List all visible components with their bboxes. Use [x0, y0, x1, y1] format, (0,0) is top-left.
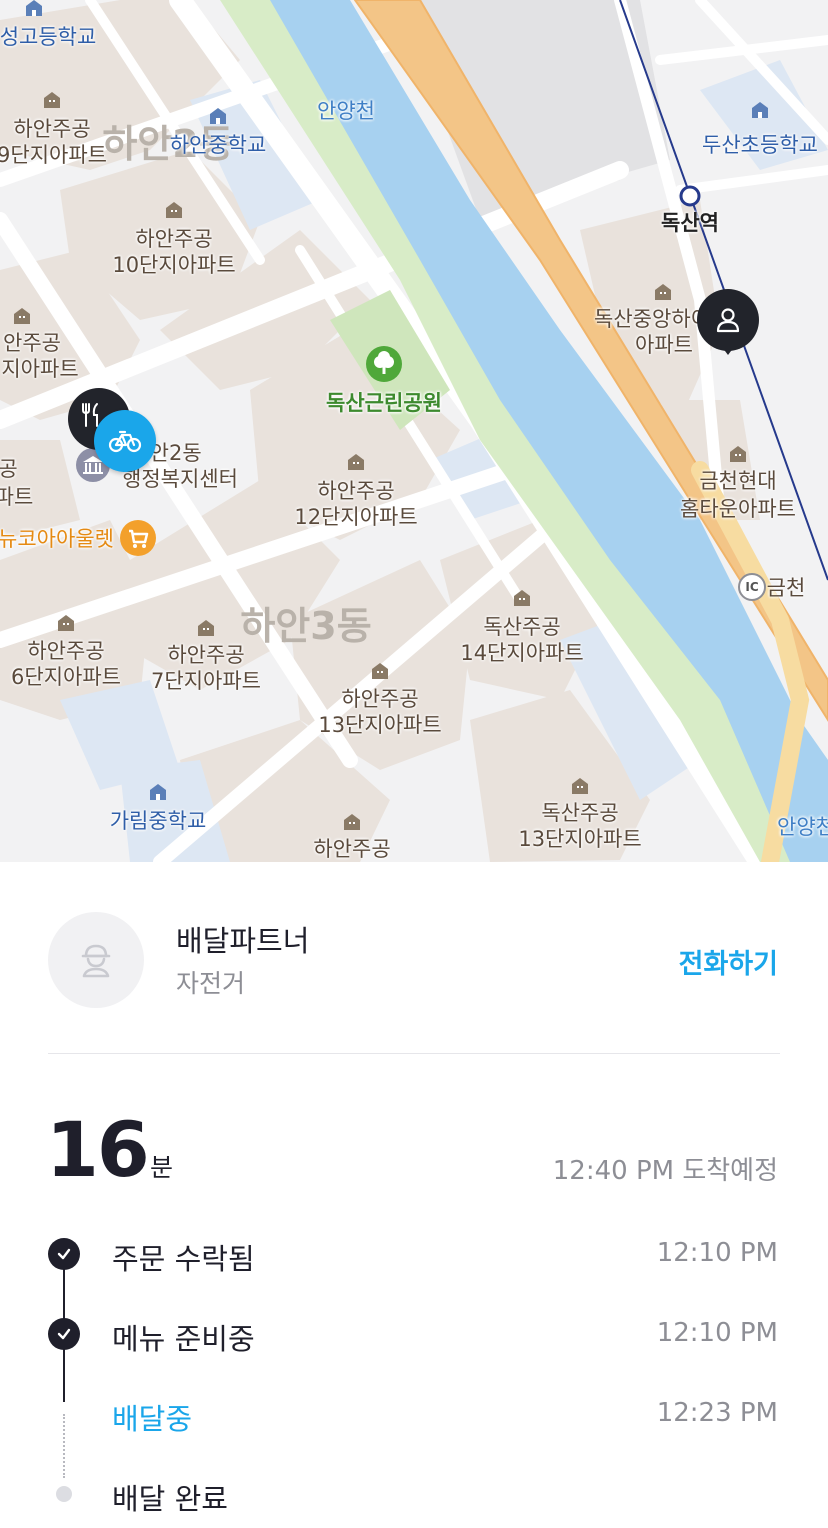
map-label-river: 안양천 — [317, 99, 375, 123]
apartment-icon — [44, 92, 60, 108]
map-label-apartment: 13단지아파트 — [318, 713, 442, 737]
park-tree-icon — [366, 346, 402, 382]
step-label: 메뉴 준비중 — [112, 1322, 255, 1356]
map-label-district: 하안3동 — [240, 604, 372, 648]
map-label-outlet: 뉴코아아울렛 — [0, 527, 114, 551]
map-label-apartment: 독산주공 — [541, 801, 619, 825]
courier-bike-pin[interactable] — [94, 410, 156, 472]
map-label-apartment: 공 — [0, 457, 18, 481]
pending-dot-icon — [56, 1486, 72, 1502]
map-label-apartment: 하안주공 — [27, 639, 105, 663]
map-label-school: 두산초등학교 — [702, 133, 818, 157]
map-label-ic: 금천 — [766, 576, 806, 600]
apartment-icon — [372, 663, 388, 679]
step-delivering: 배달중 12:23 PM — [0, 1392, 828, 1436]
ic-badge: IC — [738, 573, 766, 601]
call-button[interactable]: 전화하기 — [679, 942, 778, 981]
map-label-apartment: 독산주공 — [483, 615, 561, 639]
map-label-apartment: 하안주공 — [341, 687, 419, 711]
map-label-school: 가림중학교 — [109, 809, 207, 833]
map-label-apartment: 7단지아파트 — [151, 669, 261, 693]
divider — [48, 1053, 780, 1054]
apartment-icon — [198, 620, 214, 636]
map-label-apartment: 하안주공 — [167, 643, 245, 667]
map-label-apartment: 10단지아파트 — [112, 253, 236, 277]
map-label-apartment: 지아파트 — [1, 357, 79, 381]
map-label-apartment: 하안주공 — [313, 837, 391, 861]
map-label-park: 독산근린공원 — [326, 391, 442, 415]
map-label-apartment: 금천현대 — [699, 469, 777, 493]
check-icon — [48, 1318, 80, 1350]
delivery-map[interactable]: 성고등학교 하안2동 하안주공 9단지아파트 하안중학교 안양천 두산초등학교 … — [0, 0, 828, 862]
person-icon — [716, 308, 740, 333]
apartment-icon — [730, 446, 746, 462]
shopping-cart-icon — [120, 520, 156, 556]
map-label-admin-center: 행정복지센터 — [122, 467, 238, 491]
delivery-partner-card: 배달파트너 자전거 전화하기 — [48, 912, 780, 1008]
map-label-apartment: 아파트 — [635, 333, 693, 357]
map-label-apartment: 독산중앙하이 — [594, 307, 710, 331]
map-label-apartment: 14단지아파트 — [460, 641, 584, 665]
school-icon — [752, 102, 768, 118]
step-preparing: 메뉴 준비중 12:10 PM — [0, 1312, 828, 1356]
school-icon — [26, 0, 42, 16]
bicycle-icon — [108, 430, 142, 453]
map-label-apartment: 6단지아파트 — [11, 665, 121, 689]
apartment-icon — [514, 590, 530, 606]
map-label-school: 하안중학교 — [169, 133, 267, 157]
map-label-river: 안양천 — [777, 815, 828, 839]
step-order-accepted: 주문 수락됨 12:10 PM — [0, 1232, 828, 1276]
apartment-icon — [655, 284, 671, 300]
step-delivered: 배달 완료 — [0, 1472, 828, 1516]
map-label-station: 독산역 — [661, 211, 719, 235]
step-time: 12:10 PM — [656, 1238, 778, 1268]
rider-avatar-icon — [81, 944, 111, 978]
partner-name: 배달파트너 — [176, 924, 310, 958]
apartment-icon — [344, 814, 360, 830]
partner-vehicle: 자전거 — [176, 969, 246, 998]
apartment-icon — [58, 615, 74, 631]
step-label: 주문 수락됨 — [112, 1242, 255, 1276]
apartment-icon — [14, 308, 30, 324]
apartment-icon — [166, 202, 182, 218]
delivery-status-panel: 배달파트너 자전거 전화하기 16 분 12:40 PM 도착예정 주문 수락됨… — [0, 862, 828, 1528]
apartment-icon — [348, 454, 364, 470]
eta-unit: 분 — [150, 1153, 174, 1182]
step-label: 배달중 — [112, 1402, 193, 1436]
map-label-apartment: 홈타운아파트 — [680, 497, 796, 521]
step-label: 배달 완료 — [112, 1482, 228, 1516]
school-icon — [210, 108, 226, 124]
destination-user-pin[interactable] — [697, 289, 759, 351]
step-time: 12:10 PM — [656, 1318, 778, 1348]
map-label-apartment: 하안주공 — [13, 117, 91, 141]
map-label-apartment: 9단지아파트 — [0, 143, 107, 167]
destination-pin-tail — [719, 343, 737, 355]
map-label-school: 성고등학교 — [0, 25, 97, 49]
map-label-apartment: 13단지아파트 — [518, 827, 642, 851]
apartment-icon — [572, 778, 588, 794]
map-label-apartment: 안주공 — [3, 331, 61, 355]
step-time: 12:23 PM — [656, 1398, 778, 1428]
map-label-apartment: 파트 — [0, 485, 34, 509]
eta-minutes: 16 — [46, 1105, 150, 1194]
map-label-apartment: 하안주공 — [317, 479, 395, 503]
eta-arrival-time: 12:40 PM 도착예정 — [552, 1156, 778, 1186]
check-icon — [48, 1238, 80, 1270]
avatar — [48, 912, 144, 1008]
map-label-apartment: 하안주공 — [135, 227, 213, 251]
map-label-apartment: 12단지아파트 — [294, 505, 418, 529]
school-icon — [150, 784, 166, 800]
